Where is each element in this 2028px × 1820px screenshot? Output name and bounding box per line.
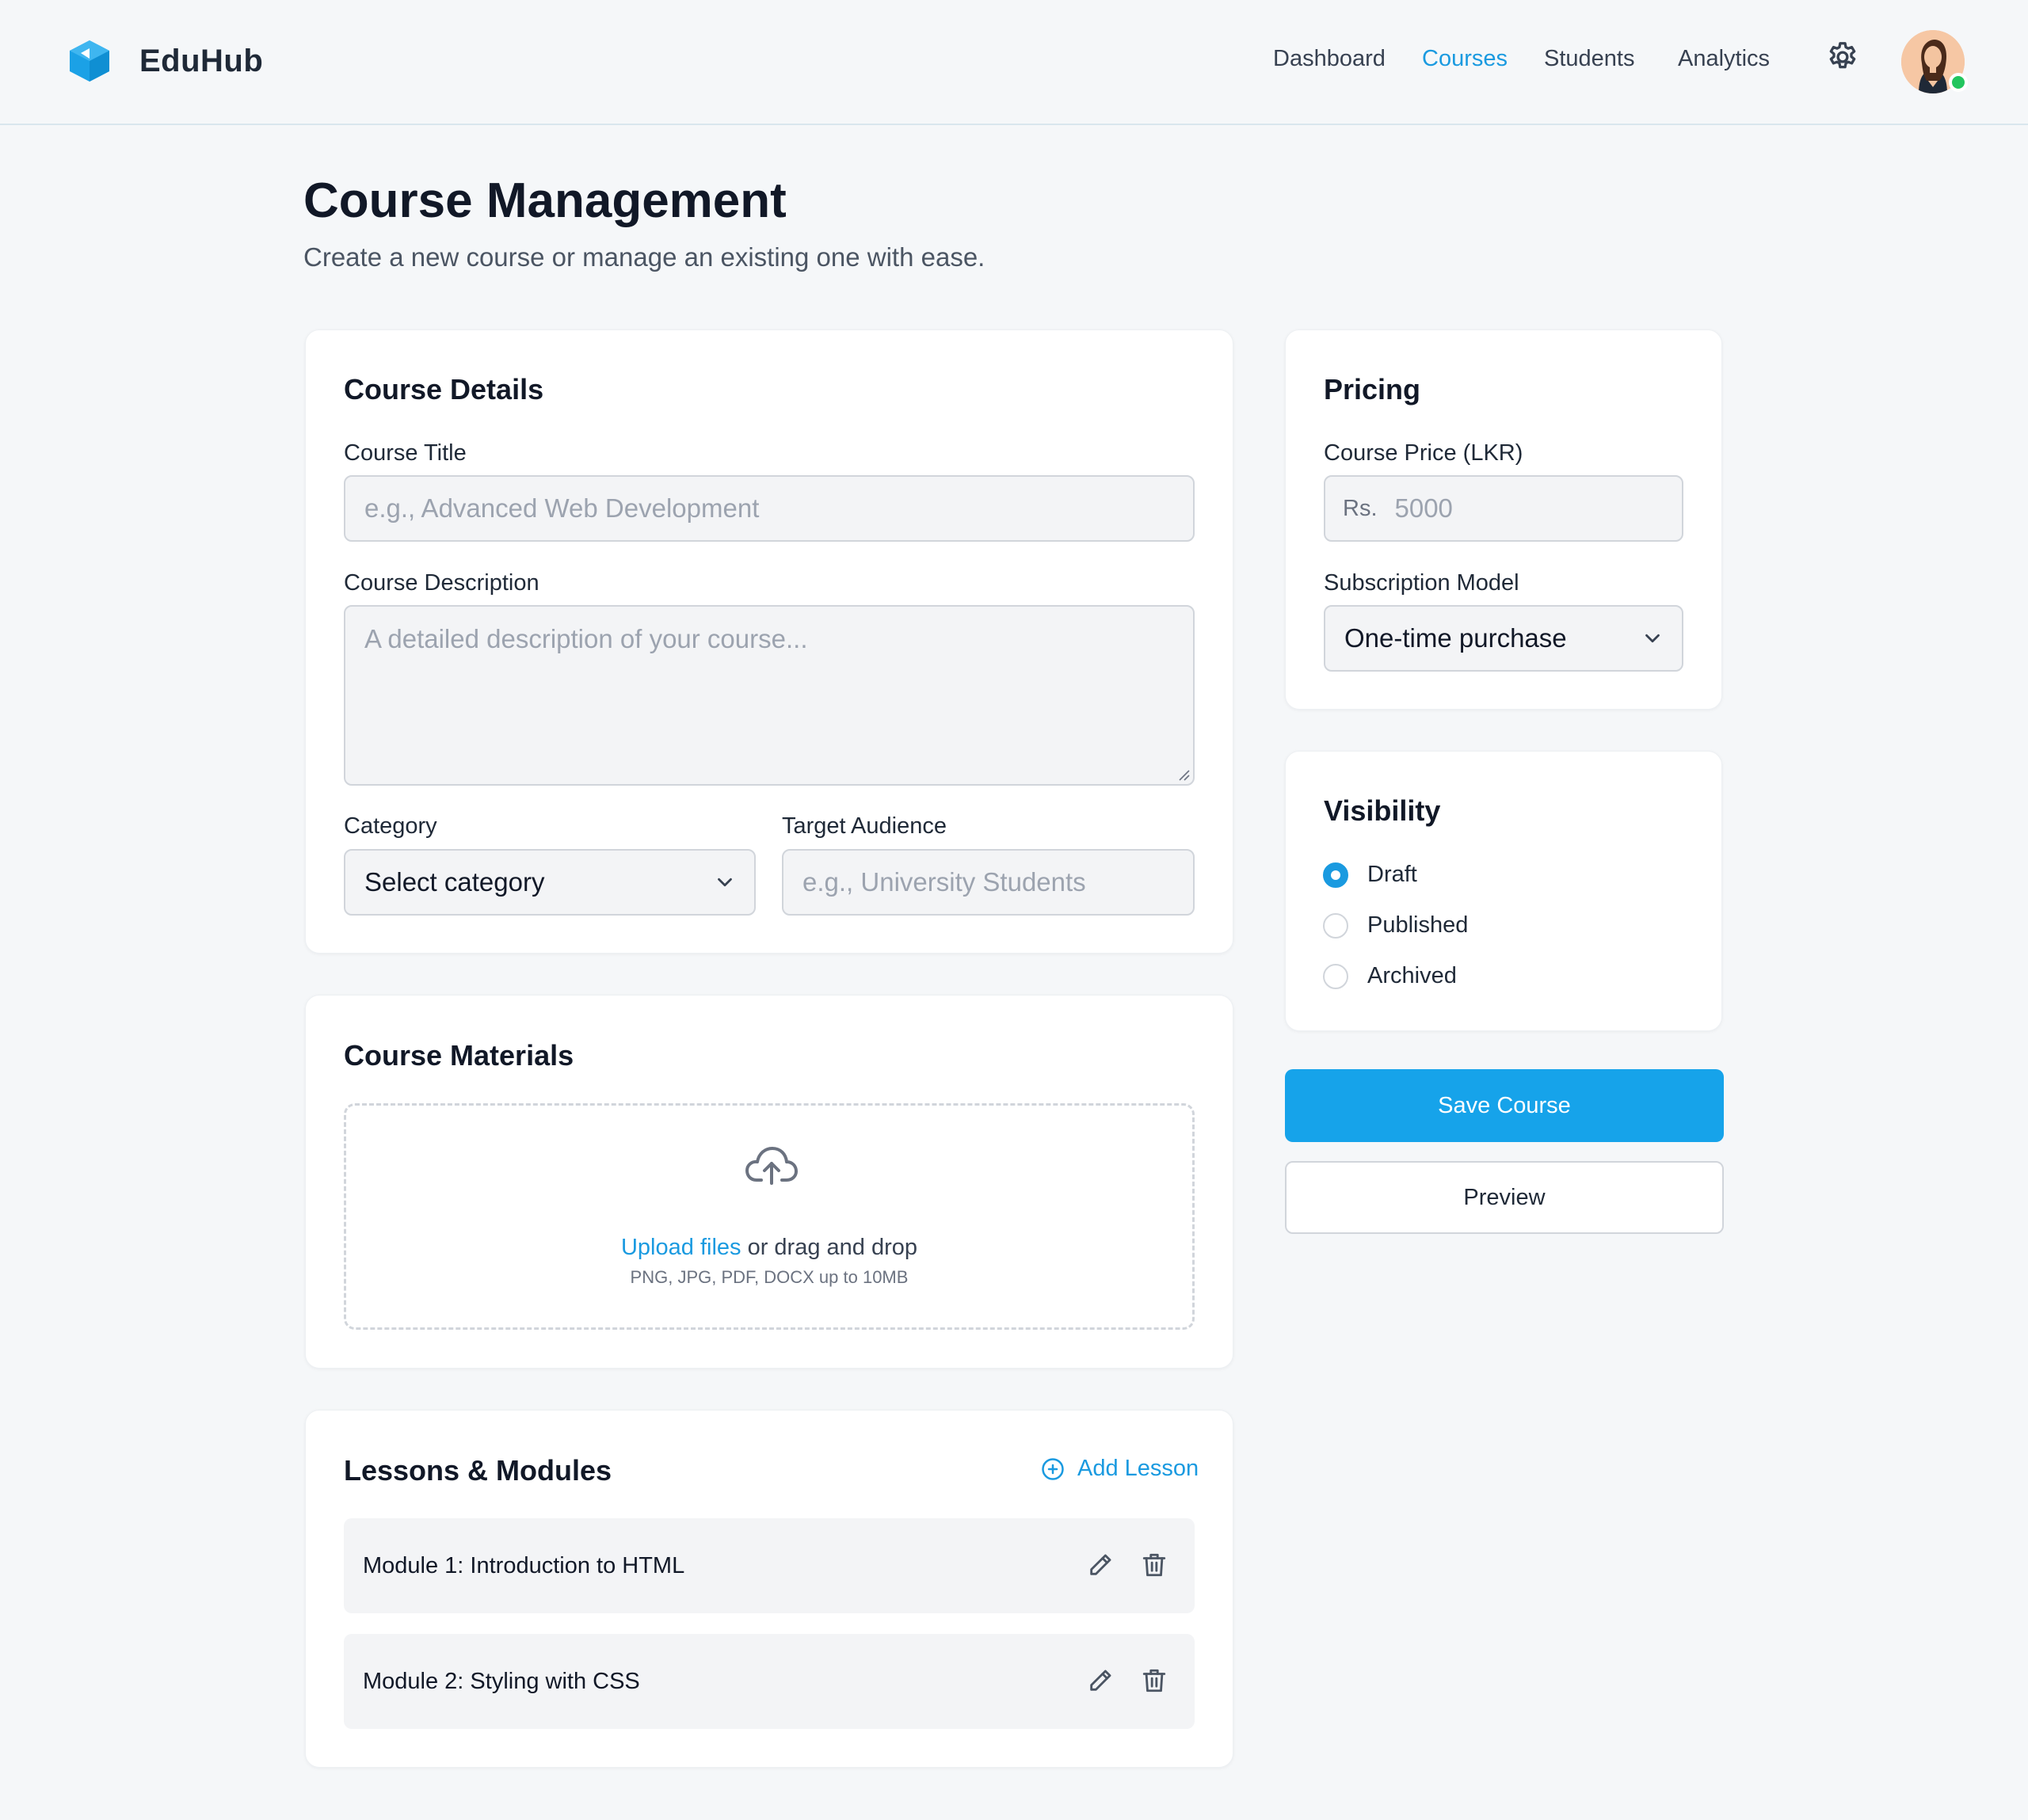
target-audience-placeholder: e.g., University Students <box>802 867 1086 897</box>
course-description-textarea[interactable]: A detailed description of your course... <box>344 605 1195 786</box>
nav-analytics[interactable]: Analytics <box>1678 46 1770 72</box>
trash-icon[interactable] <box>1141 1552 1168 1578</box>
subscription-model-select[interactable]: One-time purchase <box>1324 605 1683 672</box>
nav-dashboard[interactable]: Dashboard <box>1273 46 1386 72</box>
currency-prefix: Rs. <box>1343 495 1378 521</box>
course-description-label: Course Description <box>344 570 539 596</box>
course-title-label: Course Title <box>344 440 467 466</box>
trash-icon[interactable] <box>1141 1667 1168 1694</box>
upload-instructions: Upload files or drag and drop <box>346 1235 1192 1261</box>
radio-button[interactable] <box>1323 963 1348 989</box>
upload-files-link[interactable]: Upload files <box>621 1235 741 1260</box>
course-title-placeholder: e.g., Advanced Web Development <box>364 493 760 523</box>
visibility-option-published[interactable]: Published <box>1323 912 1468 939</box>
category-selected-value: Select category <box>364 867 545 897</box>
preview-button[interactable]: Preview <box>1285 1161 1724 1234</box>
pencil-icon[interactable] <box>1087 1552 1114 1578</box>
subscription-model-label: Subscription Model <box>1324 570 1519 596</box>
radio-button[interactable] <box>1323 912 1348 939</box>
gear-icon[interactable] <box>1825 40 1860 74</box>
visibility-option-archived[interactable]: Archived <box>1323 963 1457 989</box>
cloud-upload-icon <box>745 1147 798 1185</box>
course-price-placeholder: 5000 <box>1394 493 1453 523</box>
online-status-dot <box>1949 73 1968 92</box>
course-details-title: Course Details <box>344 373 544 406</box>
top-navigation-bar: EduHub Dashboard Courses Students Analyt… <box>0 0 2028 125</box>
drag-drop-text: or drag and drop <box>741 1235 917 1260</box>
brand[interactable]: EduHub <box>67 38 263 84</box>
lesson-title: Module 2: Styling with CSS <box>363 1668 640 1694</box>
course-title-input[interactable]: e.g., Advanced Web Development <box>344 475 1195 542</box>
course-price-input[interactable]: Rs. 5000 <box>1324 475 1683 542</box>
plus-circle-icon <box>1042 1457 1064 1480</box>
app-name: EduHub <box>139 43 264 78</box>
resize-handle-icon[interactable] <box>1176 767 1190 781</box>
lessons-title: Lessons & Modules <box>344 1454 612 1487</box>
file-dropzone[interactable]: Upload files or drag and drop PNG, JPG, … <box>344 1103 1195 1330</box>
target-audience-input[interactable]: e.g., University Students <box>782 849 1195 916</box>
visibility-title: Visibility <box>1324 794 1441 827</box>
visibility-option-label: Published <box>1367 912 1469 938</box>
subscription-model-value: One-time purchase <box>1344 623 1567 653</box>
chevron-down-icon <box>1645 634 1660 643</box>
upload-hint: PNG, JPG, PDF, DOCX up to 10MB <box>630 1267 909 1287</box>
cube-logo-icon <box>70 40 109 82</box>
pricing-title: Pricing <box>1324 373 1421 406</box>
user-avatar-button[interactable] <box>1901 30 1968 93</box>
visibility-option-draft[interactable]: Draft <box>1323 862 1417 888</box>
target-audience-label: Target Audience <box>782 813 947 839</box>
visibility-option-label: Archived <box>1367 963 1457 988</box>
page-subtitle: Create a new course or manage an existin… <box>303 242 985 272</box>
course-materials-title: Course Materials <box>344 1039 574 1072</box>
save-course-button[interactable]: Save Course <box>1285 1069 1724 1142</box>
add-lesson-label: Add Lesson <box>1077 1456 1199 1481</box>
lesson-item[interactable]: Module 1: Introduction to HTML <box>344 1518 1195 1613</box>
nav-students[interactable]: Students <box>1544 46 1634 72</box>
radio-button[interactable] <box>1323 862 1348 888</box>
course-description-placeholder: A detailed description of your course... <box>364 624 808 653</box>
visibility-option-label: Draft <box>1367 862 1417 887</box>
lesson-item[interactable]: Module 2: Styling with CSS <box>344 1634 1195 1729</box>
add-lesson-button[interactable]: Add Lesson <box>1041 1456 1199 1482</box>
category-select[interactable]: Select category <box>344 849 756 916</box>
category-label: Category <box>344 813 437 839</box>
lesson-title: Module 1: Introduction to HTML <box>363 1552 685 1578</box>
chevron-down-icon <box>718 878 732 887</box>
course-price-label: Course Price (LKR) <box>1324 440 1523 466</box>
page-title: Course Management <box>303 173 787 228</box>
pencil-icon[interactable] <box>1087 1667 1114 1694</box>
nav-courses[interactable]: Courses <box>1422 46 1508 72</box>
